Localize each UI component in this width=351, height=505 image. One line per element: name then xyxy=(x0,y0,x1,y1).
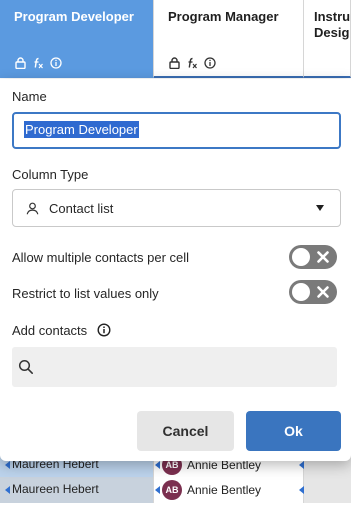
row-caret-icon xyxy=(5,461,10,469)
search-input[interactable] xyxy=(40,352,320,382)
formula-icon[interactable] xyxy=(32,57,44,69)
column-header-program-manager[interactable]: Program Manager xyxy=(154,0,304,78)
lock-icon[interactable] xyxy=(14,57,26,69)
name-value[interactable]: Program Developer xyxy=(24,121,139,138)
formula-icon[interactable] xyxy=(186,57,198,69)
toggle-knob xyxy=(292,283,310,301)
name-input[interactable]: Program Developer xyxy=(12,112,341,149)
column-type-select[interactable]: Contact list xyxy=(12,189,341,227)
allow-multiple-toggle[interactable] xyxy=(289,245,337,269)
column-type-value: Contact list xyxy=(49,200,114,216)
column-header-instructional-design[interactable]: Instru Desig xyxy=(304,0,351,78)
dropdown-arrow-icon[interactable] xyxy=(316,205,324,211)
close-icon xyxy=(315,284,331,300)
info-icon[interactable] xyxy=(97,323,111,337)
row-caret-icon xyxy=(155,461,160,469)
close-icon xyxy=(315,249,331,265)
add-contacts-label: Add contacts xyxy=(12,323,88,338)
row-caret-icon xyxy=(155,486,160,494)
column-title-line1: Instru xyxy=(314,9,351,24)
cancel-button[interactable]: Cancel xyxy=(137,411,234,451)
cell-instructional-design[interactable] xyxy=(304,477,351,503)
column-type-label: Column Type xyxy=(12,167,89,182)
search-icon xyxy=(18,359,34,375)
column-title-line2: Desig xyxy=(314,25,350,40)
row-caret-icon xyxy=(299,461,304,469)
restrict-toggle[interactable] xyxy=(289,280,337,304)
contact-name: Annie Bentley xyxy=(187,483,262,497)
row-caret-icon xyxy=(5,486,10,494)
allow-multiple-label: Allow multiple contacts per cell xyxy=(12,250,190,265)
restrict-label: Restrict to list values only xyxy=(12,286,159,301)
column-properties-dialog: Name Program Developer Column Type Conta… xyxy=(0,79,351,461)
toggle-knob xyxy=(292,248,310,266)
info-icon[interactable] xyxy=(204,57,216,69)
lock-icon[interactable] xyxy=(168,57,180,69)
row-caret-icon xyxy=(299,486,304,494)
add-contacts-search[interactable] xyxy=(12,347,337,387)
add-contacts-heading: Add contacts xyxy=(12,323,111,338)
cell-program-manager[interactable]: AB Annie Bentley xyxy=(154,477,304,503)
column-title: Program Manager xyxy=(168,9,279,24)
name-label: Name xyxy=(12,89,47,104)
cell-program-developer[interactable]: Maureen Hebert xyxy=(0,477,154,503)
column-headers: Program Developer Program Manager Instru… xyxy=(0,0,351,78)
column-header-program-developer[interactable]: Program Developer xyxy=(0,0,154,78)
ok-button[interactable]: Ok xyxy=(246,411,341,451)
info-icon[interactable] xyxy=(50,57,62,69)
person-icon xyxy=(26,202,39,215)
avatar: AB xyxy=(162,480,182,500)
column-title: Program Developer xyxy=(14,9,134,24)
